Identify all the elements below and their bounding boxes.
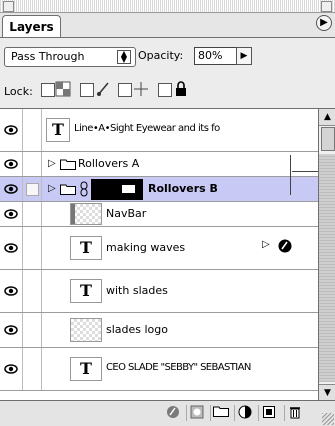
new-layer-button[interactable]	[258, 405, 279, 421]
text-layer-thumbnail: T	[70, 279, 102, 303]
layer-row[interactable]: ▷ Rollovers B	[0, 177, 318, 202]
link-toggle[interactable]	[23, 348, 42, 390]
mask-icon	[190, 405, 204, 419]
layer-style-button[interactable]	[163, 405, 183, 421]
blend-mode-select[interactable]: Pass Through ▲ ▼	[4, 47, 136, 67]
palette-menu-button[interactable]: ▶	[316, 15, 332, 31]
adjustment-layer-icon	[238, 405, 252, 419]
add-mask-button[interactable]	[186, 405, 207, 421]
scroll-up-arrow-icon[interactable]: ▲	[319, 109, 335, 126]
layer-name: NavBar	[106, 207, 147, 220]
visibility-toggle[interactable]	[0, 313, 23, 347]
eye-icon	[4, 243, 18, 253]
stepper-icon: ▲ ▼	[117, 50, 131, 64]
delete-layer-button[interactable]	[284, 405, 305, 421]
opacity-field[interactable]: 80%	[194, 47, 237, 65]
layer-row[interactable]: NavBar	[0, 202, 318, 227]
expand-triangle-icon[interactable]: ▷	[48, 158, 56, 169]
layer-row[interactable]: slades logo	[0, 313, 318, 348]
layers-bottom-toolbar	[0, 400, 335, 426]
lock-label: Lock:	[4, 85, 33, 98]
eye-icon	[4, 159, 18, 169]
link-toggle[interactable]	[23, 177, 42, 201]
trash-icon	[290, 407, 300, 419]
layer-row[interactable]: T making waves ▷	[0, 227, 318, 270]
link-toggle[interactable]	[23, 270, 42, 312]
collapse-box[interactable]	[321, 1, 332, 12]
eye-icon	[4, 209, 18, 219]
text-layer-thumbnail: T	[70, 236, 102, 260]
scroll-down-arrow-icon[interactable]: ▼	[319, 384, 335, 401]
eye-icon	[4, 184, 18, 194]
lock-all-checkbox[interactable]	[158, 83, 172, 97]
lock-transparency-checkbox[interactable]	[41, 83, 55, 97]
layer-row[interactable]: T CEO SLADE "SEBBY" SEBASTIAN	[0, 348, 318, 391]
scroll-thumb[interactable]	[321, 127, 335, 151]
transparency-icon	[55, 81, 71, 97]
tab-layers[interactable]: Layers	[2, 15, 61, 38]
mask-thumbnail	[91, 179, 115, 200]
expand-effects-icon[interactable]: ▷	[262, 239, 270, 250]
layer-name: CEO SLADE "SEBBY" SEBASTIAN	[106, 362, 251, 373]
lock-icon	[176, 81, 186, 96]
adjustment-layer-button[interactable]	[234, 405, 255, 421]
visibility-toggle[interactable]	[0, 152, 23, 176]
layer-row[interactable]: ▷ Rollovers A	[0, 152, 318, 177]
layers-panel: Layers ▶ Pass Through ▲ ▼ Opacity: 80% ▶ …	[0, 0, 335, 426]
eye-icon	[4, 325, 18, 335]
expand-triangle-icon[interactable]: ▷	[48, 183, 56, 194]
layer-name: slades logo	[106, 323, 169, 336]
folder-icon	[60, 184, 76, 195]
layer-row[interactable]: T with slades	[0, 270, 318, 313]
brush-icon	[97, 82, 109, 96]
lock-image-checkbox[interactable]	[80, 83, 94, 97]
scroll-track[interactable]	[319, 154, 335, 382]
text-layer-thumbnail: T	[46, 118, 70, 142]
layer-row[interactable]: T Line•A•Sight Eyewear and its fo	[0, 109, 318, 152]
eye-icon	[4, 286, 18, 296]
new-layer-icon	[263, 406, 275, 418]
vector-mask-thumbnail	[115, 179, 143, 200]
layer-list: T Line•A•Sight Eyewear and its fo ▷ Roll…	[0, 108, 318, 401]
blend-mode-value: Pass Through	[11, 50, 85, 63]
layer-options-bar: Pass Through ▲ ▼ Opacity: 80% ▶ Lock:	[0, 37, 335, 108]
opacity-label: Opacity:	[138, 49, 184, 62]
move-icon	[134, 82, 148, 96]
chain-link-icon	[80, 181, 88, 197]
eye-icon	[4, 125, 18, 135]
new-set-button[interactable]	[210, 405, 231, 421]
folder-icon	[60, 159, 76, 170]
link-toggle[interactable]	[23, 202, 42, 226]
close-box[interactable]	[3, 1, 14, 12]
layer-name: Line•A•Sight Eyewear and its fo	[74, 123, 220, 134]
opacity-slider-button[interactable]: ▶	[236, 47, 252, 65]
new-set-icon	[213, 406, 229, 417]
resize-grip-icon[interactable]	[322, 413, 334, 425]
link-toggle[interactable]	[23, 227, 42, 269]
eye-icon	[4, 364, 18, 374]
layer-name: making waves	[106, 241, 186, 254]
layer-name: with slades	[106, 284, 168, 297]
text-layer-thumbnail: T	[70, 357, 102, 381]
layer-name: Rollovers A	[78, 157, 140, 170]
layer-thumbnail	[70, 203, 102, 225]
link-toggle[interactable]	[23, 152, 42, 176]
visibility-toggle[interactable]	[0, 270, 23, 312]
link-toggle[interactable]	[23, 313, 42, 347]
layer-thumbnail	[70, 318, 102, 342]
visibility-toggle[interactable]	[0, 227, 23, 269]
visibility-toggle[interactable]	[0, 348, 23, 390]
visibility-toggle[interactable]	[0, 177, 23, 201]
active-layer-icon	[26, 183, 39, 196]
layer-style-icon	[167, 406, 179, 418]
layer-effects-icon	[278, 239, 292, 253]
lock-position-checkbox[interactable]	[118, 83, 132, 97]
vertical-scrollbar[interactable]: ▲ ▼	[318, 108, 335, 401]
palette-titlebar[interactable]	[0, 0, 335, 13]
layer-name: Rollovers B	[148, 182, 218, 195]
visibility-toggle[interactable]	[0, 109, 23, 151]
drag-indicator	[290, 155, 291, 195]
link-toggle[interactable]	[23, 109, 42, 151]
visibility-toggle[interactable]	[0, 202, 23, 226]
